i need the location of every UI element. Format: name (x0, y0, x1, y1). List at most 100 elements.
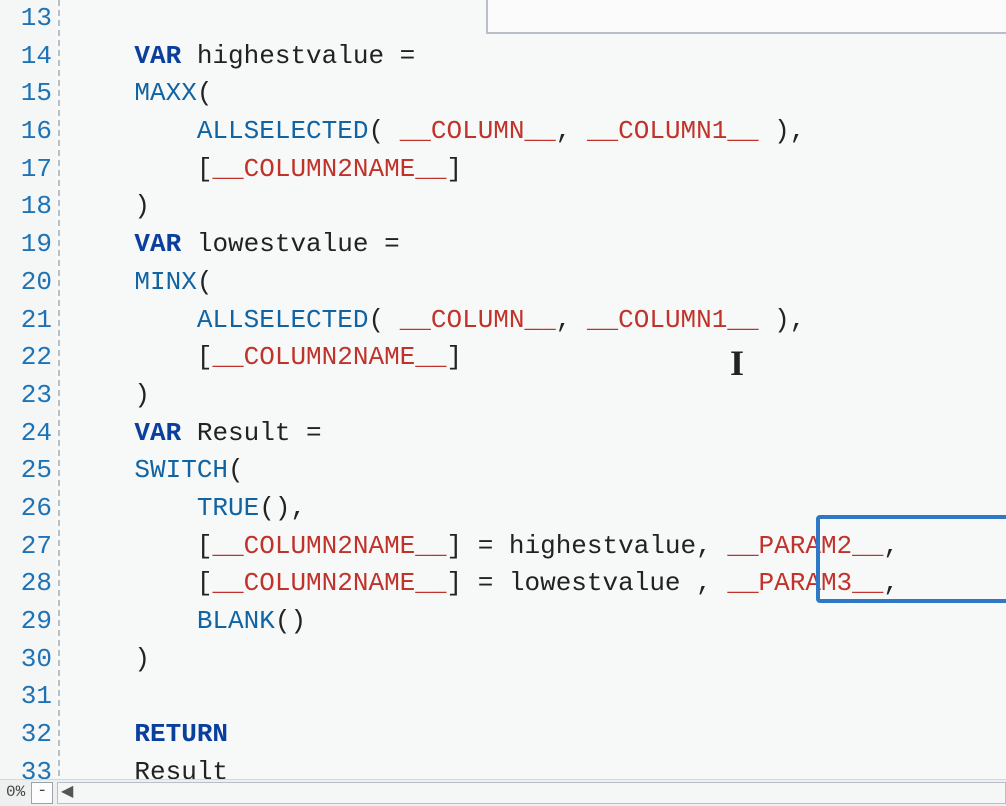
token-plain (72, 455, 134, 485)
token-plain: lowestvalue = (181, 229, 399, 259)
code-line[interactable]: ALLSELECTED( __COLUMN__, __COLUMN1__ ), (72, 113, 1006, 151)
token-plain (72, 493, 197, 523)
code-line[interactable] (72, 0, 1006, 38)
token-plain (72, 719, 134, 749)
code-area[interactable]: I VAR highestvalue = MAXX( ALLSELECTED( … (60, 0, 1006, 806)
token-ph: __COLUMN2NAME__ (212, 568, 446, 598)
token-plain: ( (228, 455, 244, 485)
token-plain: highestvalue = (181, 41, 415, 71)
token-fn: ALLSELECTED (197, 305, 369, 335)
token-plain: [ (72, 531, 212, 561)
scroll-left-icon[interactable]: ◀ (58, 781, 76, 804)
token-plain: ( (368, 305, 399, 335)
token-plain (72, 229, 134, 259)
token-plain (72, 606, 197, 636)
code-line[interactable]: ) (72, 641, 1006, 679)
code-line[interactable] (72, 678, 1006, 716)
code-line[interactable]: ) (72, 188, 1006, 226)
token-plain (72, 305, 197, 335)
line-number: 28 (0, 565, 52, 603)
token-plain: , (883, 568, 899, 598)
token-fn: MAXX (134, 78, 196, 108)
token-kw-var: VAR (134, 229, 181, 259)
line-number: 22 (0, 339, 52, 377)
code-line[interactable]: RETURN (72, 716, 1006, 754)
line-number: 15 (0, 75, 52, 113)
token-plain: [ (72, 154, 212, 184)
code-editor[interactable]: 1314151617181920212223242526272829303132… (0, 0, 1006, 806)
token-plain: ( (197, 267, 213, 297)
token-kw-var: VAR (134, 41, 181, 71)
token-plain: ] = highestvalue, (446, 531, 727, 561)
token-fn: ALLSELECTED (197, 116, 369, 146)
line-number: 32 (0, 716, 52, 754)
code-line[interactable]: ALLSELECTED( __COLUMN__, __COLUMN1__ ), (72, 302, 1006, 340)
line-number: 29 (0, 603, 52, 641)
token-plain: [ (72, 568, 212, 598)
token-plain: ( (197, 78, 213, 108)
code-line[interactable]: TRUE(), (72, 490, 1006, 528)
code-line[interactable]: SWITCH( (72, 452, 1006, 490)
line-number: 25 (0, 452, 52, 490)
line-number: 30 (0, 641, 52, 679)
token-plain: ) (72, 191, 150, 221)
token-ph: __COLUMN__ (400, 305, 556, 335)
token-plain: ( (368, 116, 399, 146)
line-number: 18 (0, 188, 52, 226)
token-kw-return: RETURN (134, 719, 228, 749)
token-plain: ] (446, 154, 462, 184)
line-number: 21 (0, 302, 52, 340)
horizontal-scrollbar[interactable]: ◀ (57, 782, 1006, 804)
token-plain: , (556, 305, 587, 335)
token-plain: (), (259, 493, 306, 523)
line-number: 31 (0, 678, 52, 716)
code-line[interactable]: [__COLUMN2NAME__] = highestvalue, __PARA… (72, 528, 1006, 566)
code-line[interactable]: MAXX( (72, 75, 1006, 113)
token-plain (72, 78, 134, 108)
code-line[interactable]: BLANK() (72, 603, 1006, 641)
token-fn: BLANK (197, 606, 275, 636)
token-ph: __COLUMN2NAME__ (212, 531, 446, 561)
token-fn: TRUE (197, 493, 259, 523)
token-fn: SWITCH (134, 455, 228, 485)
line-number: 14 (0, 38, 52, 76)
code-line[interactable]: [__COLUMN2NAME__] (72, 151, 1006, 189)
token-ph: __PARAM2__ (727, 531, 883, 561)
line-number: 27 (0, 528, 52, 566)
code-line[interactable]: MINX( (72, 264, 1006, 302)
token-ph: __COLUMN2NAME__ (212, 154, 446, 184)
token-kw-var: VAR (134, 418, 181, 448)
token-plain (72, 267, 134, 297)
token-plain: Result = (181, 418, 321, 448)
token-plain: ] = lowestvalue , (446, 568, 727, 598)
zoom-stepper-down[interactable]: - (31, 782, 53, 804)
token-ph: __COLUMN2NAME__ (212, 342, 446, 372)
code-line[interactable]: VAR highestvalue = (72, 38, 1006, 76)
token-ph: __COLUMN1__ (587, 116, 759, 146)
token-plain: () (275, 606, 306, 636)
code-line[interactable]: [__COLUMN2NAME__] = lowestvalue , __PARA… (72, 565, 1006, 603)
token-fn: MINX (134, 267, 196, 297)
code-line[interactable]: [__COLUMN2NAME__] (72, 339, 1006, 377)
code-line[interactable]: VAR lowestvalue = (72, 226, 1006, 264)
line-number: 23 (0, 377, 52, 415)
line-number: 13 (0, 0, 52, 38)
line-number: 24 (0, 415, 52, 453)
line-number: 26 (0, 490, 52, 528)
line-number: 16 (0, 113, 52, 151)
token-plain: ) (72, 644, 150, 674)
token-ph: __COLUMN__ (400, 116, 556, 146)
token-plain (72, 116, 197, 146)
line-number: 17 (0, 151, 52, 189)
token-plain (72, 41, 134, 71)
token-plain: ) (72, 380, 150, 410)
line-number-gutter: 1314151617181920212223242526272829303132… (0, 0, 56, 806)
token-plain (72, 418, 134, 448)
token-plain: ), (759, 305, 806, 335)
code-line[interactable]: ) (72, 377, 1006, 415)
status-bar: 0% - ◀ (0, 779, 1006, 806)
line-number: 20 (0, 264, 52, 302)
line-number: 19 (0, 226, 52, 264)
token-ph: __COLUMN1__ (587, 305, 759, 335)
code-line[interactable]: VAR Result = (72, 415, 1006, 453)
